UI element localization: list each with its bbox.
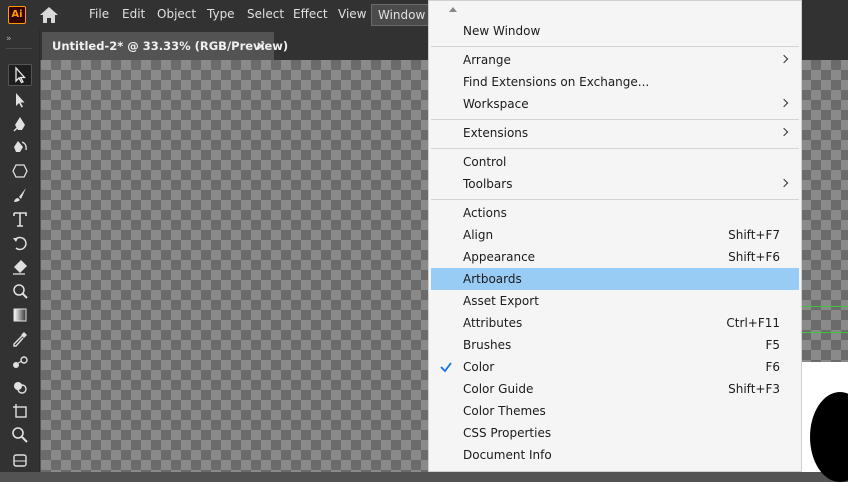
close-icon[interactable]: × <box>256 32 266 60</box>
guide-line <box>802 306 848 307</box>
shortcut-label: F5 <box>765 338 780 352</box>
curvature-tool-icon[interactable] <box>8 136 32 158</box>
selection-tool-icon[interactable] <box>8 64 32 86</box>
menu-item-attributes[interactable]: Attributes Ctrl+F11 <box>431 312 799 334</box>
home-icon[interactable] <box>38 6 60 24</box>
chevron-right-icon <box>779 54 789 64</box>
menu-type[interactable]: Type <box>201 0 241 30</box>
menu-item-extensions[interactable]: Extensions <box>431 122 799 144</box>
chevron-right-icon <box>779 98 789 108</box>
warp-tool-icon[interactable] <box>8 280 32 302</box>
chevron-right-icon <box>779 178 789 188</box>
hand-tool-icon[interactable] <box>8 448 32 470</box>
app-logo-icon: Ai <box>8 6 26 24</box>
menu-item-workspace[interactable]: Workspace <box>431 93 799 115</box>
scroll-up-icon[interactable] <box>449 7 457 12</box>
guide-line <box>802 332 848 333</box>
menu-item-find-extensions[interactable]: Find Extensions on Exchange... <box>431 71 799 93</box>
menu-window[interactable]: Window <box>371 4 433 26</box>
menu-item-new-window[interactable]: New Window <box>431 20 799 42</box>
menu-item-color-themes[interactable]: Color Themes <box>431 400 799 422</box>
direct-selection-tool-icon[interactable] <box>8 89 32 111</box>
menu-item-control[interactable]: Control <box>431 151 799 173</box>
menu-file[interactable]: File <box>83 0 115 30</box>
document-tab-title: Untitled-2* @ 33.33% (RGB/Preview) <box>52 39 289 53</box>
chevron-right-icon <box>779 127 789 137</box>
menu-item-color-guide[interactable]: Color Guide Shift+F3 <box>431 378 799 400</box>
menu-item-brushes[interactable]: Brushes F5 <box>431 334 799 356</box>
menu-edit[interactable]: Edit <box>116 0 151 30</box>
eyedropper-tool-icon[interactable] <box>8 328 32 350</box>
menu-item-css-properties[interactable]: CSS Properties <box>431 422 799 444</box>
shortcut-label: Shift+F3 <box>728 382 780 396</box>
artboard-tool-icon[interactable] <box>8 400 32 422</box>
toolbar-divider <box>6 48 32 49</box>
gradient-tool-icon[interactable] <box>8 304 32 326</box>
zoom-tool-icon[interactable] <box>8 424 32 446</box>
menu-separator <box>431 199 799 200</box>
menu-item-document-info[interactable]: Document Info <box>431 444 799 466</box>
shortcut-label: Shift+F7 <box>728 228 780 242</box>
window-menu-dropdown: New Window Arrange Find Extensions on Ex… <box>428 0 802 472</box>
menu-item-align[interactable]: Align Shift+F7 <box>431 224 799 246</box>
menu-item-arrange[interactable]: Arrange <box>431 49 799 71</box>
menu-item-asset-export[interactable]: Asset Export <box>431 290 799 312</box>
document-tab[interactable]: Untitled-2* @ 33.33% (RGB/Preview) × <box>42 32 288 60</box>
menu-separator <box>431 46 799 47</box>
menu-separator <box>431 119 799 120</box>
pen-tool-icon[interactable] <box>8 113 32 135</box>
menu-item-actions[interactable]: Actions <box>431 202 799 224</box>
shape-tool-icon[interactable] <box>8 160 32 182</box>
rotate-tool-icon[interactable] <box>8 232 32 254</box>
menu-select[interactable]: Select <box>241 0 290 30</box>
shortcut-label: Shift+F6 <box>728 250 780 264</box>
menu-item-appearance[interactable]: Appearance Shift+F6 <box>431 246 799 268</box>
eraser-tool-icon[interactable] <box>8 256 32 278</box>
menu-item-artboards[interactable]: Artboards <box>431 268 799 290</box>
type-tool-icon[interactable] <box>8 208 32 230</box>
shortcut-label: Ctrl+F11 <box>726 316 780 330</box>
checkmark-icon <box>437 356 455 378</box>
shape-builder-tool-icon[interactable] <box>8 376 32 398</box>
menu-item-toolbars[interactable]: Toolbars <box>431 173 799 195</box>
blend-tool-icon[interactable] <box>8 352 32 374</box>
shortcut-label: F6 <box>765 360 780 374</box>
menu-effect[interactable]: Effect <box>287 0 334 30</box>
menu-separator <box>431 148 799 149</box>
tools-panel: » <box>0 30 40 472</box>
menu-item-color[interactable]: Color F6 <box>431 356 799 378</box>
panel-collapse-icon[interactable]: » <box>6 34 12 44</box>
paintbrush-tool-icon[interactable] <box>8 184 32 206</box>
menu-view[interactable]: View <box>332 0 372 30</box>
menu-object[interactable]: Object <box>151 0 202 30</box>
